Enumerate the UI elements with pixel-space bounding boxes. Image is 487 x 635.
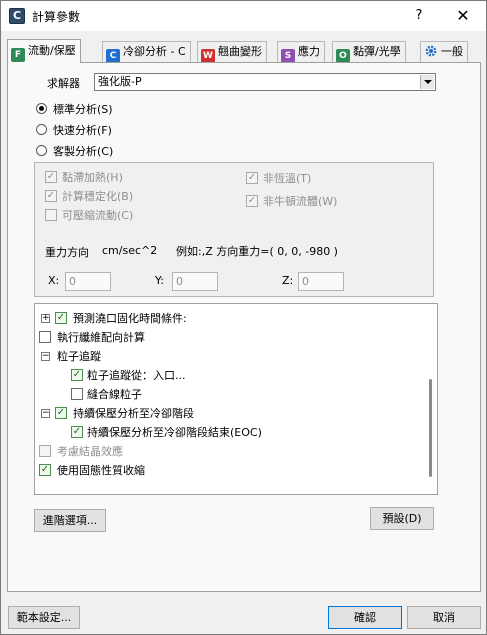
quick-analysis-label[interactable]: 快速分析(F)	[53, 122, 112, 138]
tree-item-label: 持續保壓分析至冷卻階段	[73, 407, 194, 420]
chevron-down-icon[interactable]	[420, 75, 434, 89]
window-title: 計算參數	[32, 10, 81, 24]
non-isothermal-checkbox[interactable]: ✓	[246, 172, 258, 184]
non-newtonian-checkbox[interactable]: ✓	[246, 195, 258, 207]
standard-analysis-radio[interactable]	[36, 103, 47, 114]
weldline-checkbox[interactable]	[71, 388, 83, 400]
gravity-x-label: X:	[48, 274, 60, 287]
tree-item-label: 粒子追蹤從：入口...	[87, 369, 186, 382]
optics-icon: O	[336, 49, 350, 63]
standard-analysis-label[interactable]: 標準分析(S)	[53, 101, 113, 117]
collapse-icon[interactable]: −	[41, 409, 50, 418]
tab-label: 流動/保壓	[28, 44, 76, 57]
gravity-y-label: Y:	[155, 274, 164, 287]
stress-icon: S	[281, 49, 295, 63]
tree-item-label: 考慮結晶效應	[57, 445, 123, 458]
tree-item-label: 執行纖維配向計算	[57, 331, 145, 344]
solver-select[interactable]: 強化版-P	[94, 73, 436, 91]
advanced-options-button[interactable]: 進階選項...	[34, 509, 106, 532]
solver-label: 求解器	[47, 77, 80, 90]
compressible-flow-label: 可壓縮流動(C)	[62, 209, 134, 222]
scrollbar-thumb[interactable]	[429, 379, 432, 477]
gear-icon	[424, 44, 438, 64]
custom-analysis-label[interactable]: 客製分析(C)	[53, 143, 113, 159]
pack-cool-checkbox[interactable]: ✓	[55, 407, 67, 419]
tree-item-label: 使用固態性質收縮	[57, 464, 145, 477]
tab-label: 黏彈/光學	[353, 45, 401, 58]
expand-icon[interactable]: +	[41, 314, 50, 323]
warp-icon: W	[201, 49, 215, 63]
options-tree: + ✓ 預測澆口固化時間條件: 執行纖維配向計算 − 粒子追蹤 ✓ 粒子追蹤從：…	[34, 303, 438, 495]
gravity-y-field[interactable]: 0	[172, 272, 218, 291]
gravity-unit: cm/sec^2	[102, 244, 158, 257]
tree-item-label: 持續保壓分析至冷卻階段結束(EOC)	[87, 426, 262, 439]
template-settings-button[interactable]: 範本設定...	[8, 606, 80, 629]
tab-optics[interactable]: O 黏彈/光學	[332, 41, 406, 63]
tab-flow-pack[interactable]: F 流動/保壓	[7, 39, 81, 63]
title-bar: C 計算參數 ? ✕	[1, 1, 486, 31]
pack-eoc-checkbox[interactable]: ✓	[71, 426, 83, 438]
default-button[interactable]: 預設(D)	[370, 507, 434, 530]
tab-label: 冷卻分析 - C	[123, 45, 186, 58]
close-button[interactable]: ✕	[443, 1, 483, 31]
gravity-x-field[interactable]: 0	[65, 272, 111, 291]
non-newtonian-label: 非牛頓流體(W)	[263, 195, 338, 208]
help-button[interactable]: ?	[399, 1, 439, 31]
tab-label: 一般	[441, 45, 463, 58]
crystal-checkbox[interactable]	[39, 445, 51, 457]
tab-general[interactable]: 一般	[420, 41, 468, 62]
tree-item-label: 預測澆口固化時間條件:	[73, 312, 187, 325]
custom-analysis-radio[interactable]	[36, 145, 47, 156]
tab-stress[interactable]: S 應力	[277, 41, 325, 63]
gravity-z-field[interactable]: 0	[298, 272, 344, 291]
gravity-example: 例如:,Z 方向重力=( 0, 0, -980 )	[176, 245, 338, 258]
app-icon: C	[9, 8, 25, 24]
collapse-icon[interactable]: −	[41, 352, 50, 361]
particle-source-checkbox[interactable]: ✓	[71, 369, 83, 381]
dialog-window: C 計算參數 ? ✕ F 流動/保壓 C 冷卻分析 - C W 翹曲變形 S 應力 O黏…	[0, 0, 487, 635]
tree-item-label: 縫合線粒子	[87, 388, 142, 401]
bottom-bar: 範本設定... 確認 取消	[1, 597, 486, 635]
ok-button[interactable]: 確認	[328, 606, 402, 629]
viscous-heating-checkbox[interactable]: ✓	[45, 171, 57, 183]
cancel-button[interactable]: 取消	[407, 606, 481, 629]
tree-item-label: 粒子追蹤	[57, 350, 101, 363]
tab-label: 應力	[298, 45, 320, 58]
viscous-heating-label: 黏滯加熱(H)	[62, 171, 123, 184]
solid-shrink-checkbox[interactable]: ✓	[39, 464, 51, 476]
flow-icon: F	[11, 48, 25, 62]
quick-analysis-radio[interactable]	[36, 124, 47, 135]
gate-freeze-checkbox[interactable]: ✓	[55, 312, 67, 324]
tab-warp[interactable]: W 翹曲變形	[197, 41, 267, 63]
tree-scrollbar[interactable]	[426, 305, 436, 493]
compressible-flow-checkbox[interactable]	[45, 209, 57, 221]
stabilization-checkbox[interactable]: ✓	[45, 190, 57, 202]
non-isothermal-label: 非恆溫(T)	[263, 172, 312, 185]
gravity-z-label: Z:	[282, 274, 294, 287]
fiber-checkbox[interactable]	[39, 331, 51, 343]
tab-label: 翹曲變形	[218, 45, 262, 58]
stabilization-label: 計算穩定化(B)	[62, 190, 134, 203]
solver-value: 強化版-P	[98, 75, 142, 88]
cool-icon: C	[106, 49, 120, 63]
tab-strip: F 流動/保壓 C 冷卻分析 - C W 翹曲變形 S 應力 O 黏彈/光學 一般	[7, 39, 483, 63]
gravity-label: 重力方向	[45, 246, 89, 259]
tab-cool[interactable]: C 冷卻分析 - C	[102, 41, 191, 63]
